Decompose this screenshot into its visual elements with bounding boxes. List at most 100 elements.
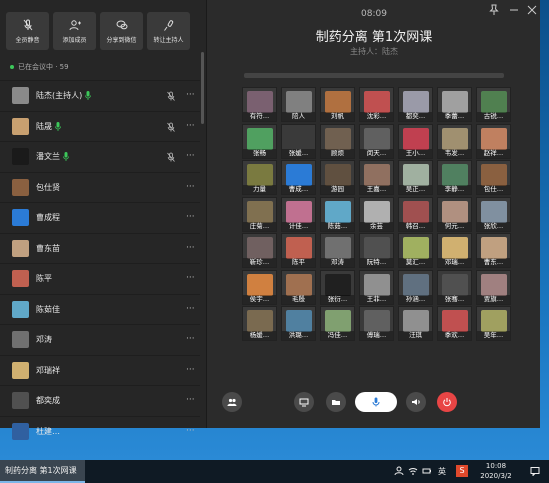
video-tile[interactable]: 邓涛 xyxy=(320,233,355,268)
more-options-icon[interactable]: ··· xyxy=(186,212,195,222)
video-tile[interactable]: 陈茹… xyxy=(320,196,355,232)
more-options-icon[interactable]: ··· xyxy=(186,426,195,436)
participant-row[interactable]: 陆杰(主持人) ··· xyxy=(0,80,200,111)
video-tile[interactable]: 包仕… xyxy=(476,160,511,195)
mute-participant-icon[interactable] xyxy=(166,122,176,132)
wifi-icon[interactable] xyxy=(408,466,418,476)
video-tile[interactable]: 王嘉… xyxy=(359,160,394,195)
video-tile[interactable]: 洪璐… xyxy=(281,306,316,341)
video-tile[interactable]: 闵天… xyxy=(359,123,394,159)
participant-row[interactable]: 陈平 ··· xyxy=(0,263,200,294)
more-options-icon[interactable]: ··· xyxy=(186,90,195,100)
battery-icon[interactable] xyxy=(422,466,432,476)
minimize-icon[interactable] xyxy=(508,4,520,16)
more-options-icon[interactable]: ··· xyxy=(186,395,195,405)
more-options-icon[interactable]: ··· xyxy=(186,273,195,283)
mute-all-button[interactable]: 全员静音 xyxy=(6,12,49,50)
participant-row[interactable]: 曹东苗 ··· xyxy=(0,232,200,264)
video-tile[interactable]: 吴年… xyxy=(476,306,511,341)
video-tile[interactable]: 张欣… xyxy=(476,196,511,232)
video-tile[interactable]: 沈彩… xyxy=(359,87,394,122)
video-tile[interactable]: 靳珍… xyxy=(242,233,277,268)
video-tile[interactable]: 顾烦 xyxy=(320,123,355,159)
speaker-button[interactable] xyxy=(406,392,426,412)
video-tile[interactable]: 王小… xyxy=(398,123,433,159)
taskbar-app-button[interactable]: 制药分离 第1次网课 xyxy=(0,460,85,483)
mute-participant-icon[interactable] xyxy=(166,91,176,101)
leave-meeting-button[interactable] xyxy=(437,392,457,412)
participant-row[interactable]: 邓涛 ··· xyxy=(0,324,200,355)
video-tile[interactable]: 张衍… xyxy=(320,269,355,305)
video-tile[interactable]: 游园 xyxy=(320,160,355,195)
more-options-icon[interactable]: ··· xyxy=(186,243,195,253)
video-tile[interactable]: 王菲… xyxy=(359,269,394,305)
video-tile[interactable]: 都奕… xyxy=(398,87,433,122)
more-options-icon[interactable]: ··· xyxy=(186,151,195,161)
participant-row[interactable]: 潘文兰 ··· xyxy=(0,141,200,172)
video-tile[interactable]: 张媛… xyxy=(281,123,316,159)
video-tile[interactable]: 有符… xyxy=(242,87,277,122)
video-tile[interactable]: 韦发… xyxy=(437,123,472,159)
participant-row[interactable]: 邓瑞祥 ··· xyxy=(0,354,200,386)
video-tile[interactable]: 韩召… xyxy=(398,196,433,232)
close-icon[interactable] xyxy=(526,4,538,16)
file-button[interactable] xyxy=(326,392,346,412)
participant-row[interactable]: 都奕成 ··· xyxy=(0,385,200,416)
more-options-icon[interactable]: ··· xyxy=(186,304,195,314)
video-tile[interactable]: 曹东… xyxy=(476,233,511,268)
video-tile[interactable]: 陈平 xyxy=(281,233,316,268)
video-tile[interactable]: 吴正… xyxy=(398,160,433,195)
video-tile[interactable]: 力量 xyxy=(242,160,277,195)
share-wechat-button[interactable]: 分享到微信 xyxy=(100,12,143,50)
more-options-icon[interactable]: ··· xyxy=(186,121,195,131)
video-tile[interactable]: 孙涵… xyxy=(398,269,433,305)
notification-icon[interactable] xyxy=(530,466,540,476)
video-tile[interactable]: 张骞… xyxy=(437,269,472,305)
sogou-ime-icon[interactable]: S xyxy=(456,465,468,477)
more-options-icon[interactable]: ··· xyxy=(186,365,195,375)
video-tile[interactable]: 阮特… xyxy=(359,233,394,268)
participant-scrollbar[interactable] xyxy=(201,52,204,124)
tile-name: 计佳… xyxy=(282,221,315,231)
video-tile[interactable]: 杨媛… xyxy=(242,306,277,341)
video-tile[interactable]: 古锐… xyxy=(476,87,511,122)
mute-participant-icon[interactable] xyxy=(166,152,176,162)
participant-row[interactable]: 杜建… ··· xyxy=(0,415,200,447)
video-tile[interactable]: 计佳… xyxy=(281,196,316,232)
video-tile[interactable]: 贾旗… xyxy=(476,269,511,305)
members-button[interactable] xyxy=(222,392,242,412)
video-tile[interactable]: 张畅 xyxy=(242,123,277,159)
more-options-icon[interactable]: ··· xyxy=(186,334,195,344)
video-tile[interactable]: 汪琪 xyxy=(398,306,433,341)
participant-row[interactable]: 曹成程 ··· xyxy=(0,202,200,233)
video-tile[interactable]: 李静… xyxy=(437,160,472,195)
video-tile[interactable]: 侯宇… xyxy=(242,269,277,305)
participant-row[interactable]: 陆晟 ··· xyxy=(0,110,200,142)
video-tile[interactable]: 何元… xyxy=(437,196,472,232)
pin-icon[interactable] xyxy=(488,4,500,16)
system-clock[interactable]: 10:08 2020/3/2 xyxy=(476,461,516,481)
video-tile[interactable]: 傅瑞… xyxy=(359,306,394,341)
video-tile[interactable]: 莫汇… xyxy=(398,233,433,268)
video-tile[interactable]: 毛殷 xyxy=(281,269,316,305)
video-tile[interactable]: 邓瑞… xyxy=(437,233,472,268)
video-tile[interactable]: 曹成… xyxy=(281,160,316,195)
video-tile[interactable]: 冯佳… xyxy=(320,306,355,341)
video-tile[interactable]: 陪人 xyxy=(281,87,316,122)
people-icon[interactable] xyxy=(394,466,404,476)
video-tile[interactable]: 季蕾… xyxy=(437,87,472,122)
ime-indicator[interactable]: 英 xyxy=(438,466,446,477)
video-tile[interactable]: 赵祥… xyxy=(476,123,511,159)
power-icon xyxy=(443,398,451,407)
video-tile[interactable]: 季欢… xyxy=(437,306,472,341)
participant-row[interactable]: 陈茹佳 ··· xyxy=(0,293,200,325)
participant-row[interactable]: 包仕贤 ··· xyxy=(0,171,200,203)
video-tile[interactable]: 余芸 xyxy=(359,196,394,232)
microphone-button[interactable] xyxy=(355,392,397,412)
add-member-button[interactable]: 添加成员 xyxy=(53,12,96,50)
more-options-icon[interactable]: ··· xyxy=(186,182,195,192)
video-tile[interactable]: 刘帆 xyxy=(320,87,355,122)
screen-share-button[interactable] xyxy=(294,392,314,412)
video-tile[interactable]: 庄菊… xyxy=(242,196,277,232)
transfer-host-button[interactable]: 转让主持人 xyxy=(147,12,190,50)
